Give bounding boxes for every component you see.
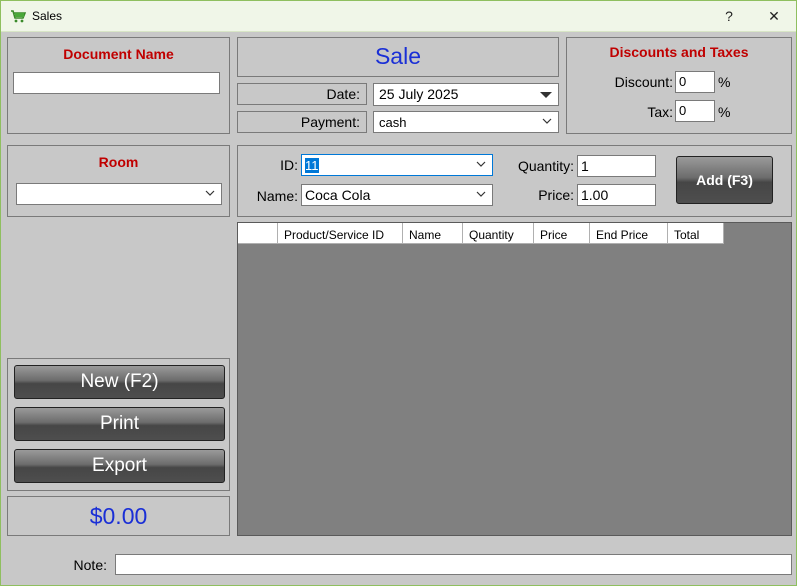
room-select[interactable] (16, 183, 222, 205)
document-name-panel: Document Name (7, 37, 230, 134)
note-input[interactable] (115, 554, 792, 575)
dropdown-arrow-icon (540, 92, 552, 98)
price-input[interactable]: 1.00 (577, 184, 656, 206)
name-select[interactable]: Coca Cola (301, 184, 493, 206)
column-header-end-price[interactable]: End Price (590, 223, 668, 244)
name-value: Coca Cola (305, 187, 371, 203)
room-heading: Room (98, 154, 139, 170)
column-header-total[interactable]: Total (668, 223, 724, 244)
column-header-name[interactable]: Name (403, 223, 463, 244)
tax-label: Tax: (647, 104, 673, 120)
total-amount: $0.00 (89, 503, 148, 529)
payment-label: Payment: (237, 111, 367, 133)
sale-title: Sale (374, 43, 422, 69)
actions-panel: New (F2) Print Export (7, 358, 230, 491)
grid-row-header-corner (238, 223, 278, 244)
column-header-quantity[interactable]: Quantity (463, 223, 534, 244)
id-select[interactable]: 11 (301, 154, 493, 176)
print-button[interactable]: Print (14, 407, 225, 441)
document-name-heading: Document Name (63, 46, 174, 62)
document-name-input[interactable] (13, 72, 220, 94)
grid-header: Product/Service ID Name Quantity Price E… (238, 223, 724, 244)
date-label: Date: (237, 83, 367, 105)
chevron-down-icon (476, 191, 486, 197)
room-panel: Room (7, 145, 230, 217)
name-label: Name: (256, 188, 298, 204)
close-button[interactable]: ✕ (759, 5, 789, 27)
discount-unit: % (718, 74, 731, 90)
column-header-price[interactable]: Price (534, 223, 590, 244)
export-button[interactable]: Export (14, 449, 225, 483)
tax-unit: % (718, 104, 731, 120)
sales-window: Sales ? ✕ Document Name Sale Date: 25 Ju… (0, 0, 797, 586)
items-grid[interactable]: Product/Service ID Name Quantity Price E… (237, 222, 792, 536)
chevron-down-icon (542, 118, 552, 124)
date-picker[interactable]: 25 July 2025 (373, 83, 559, 106)
chevron-down-icon (205, 190, 215, 196)
new-button[interactable]: New (F2) (14, 365, 225, 399)
window-title: Sales (32, 9, 63, 23)
sale-title-panel: Sale (237, 37, 559, 77)
product-entry-panel: ID: 11 Name: Coca Cola Quantity: 1 Price… (237, 145, 792, 217)
discounts-taxes-panel: Discounts and Taxes Discount: 0 % Tax: 0… (566, 37, 792, 134)
chevron-down-icon (476, 161, 486, 167)
discount-input[interactable]: 0 (675, 71, 715, 93)
add-button[interactable]: Add (F3) (676, 156, 773, 204)
shopping-cart-icon (11, 10, 26, 23)
date-value: 25 July 2025 (379, 86, 459, 102)
price-label: Price: (538, 187, 574, 203)
title-bar: Sales ? ✕ (1, 1, 796, 32)
payment-select[interactable]: cash (373, 111, 559, 133)
id-label: ID: (280, 157, 298, 173)
discounts-taxes-heading: Discounts and Taxes (609, 44, 749, 60)
note-label: Note: (73, 557, 107, 573)
tax-input[interactable]: 0 (675, 100, 715, 122)
help-button[interactable]: ? (714, 5, 744, 27)
discount-label: Discount: (614, 74, 673, 90)
quantity-label: Quantity: (517, 158, 574, 174)
total-panel: $0.00 (7, 496, 230, 536)
payment-value: cash (379, 115, 407, 130)
id-value: 11 (305, 158, 319, 173)
column-header-product-id[interactable]: Product/Service ID (278, 223, 403, 244)
quantity-input[interactable]: 1 (577, 155, 656, 177)
